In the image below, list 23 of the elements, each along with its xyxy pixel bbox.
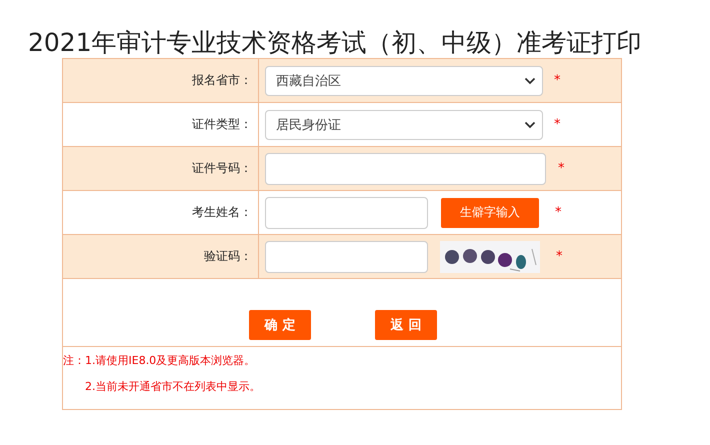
confirm-button[interactable]: 确 定 <box>249 310 311 340</box>
note-text: 注：1.请使用IE8.0及更高版本浏览器。 <box>63 353 256 369</box>
field-label: 报名省市： <box>192 72 252 89</box>
required-mark: * <box>555 205 562 220</box>
input-field[interactable] <box>265 240 428 272</box>
page-title: 2021年审计专业技术资格考试（初、中级）准考证打印 <box>27 27 643 58</box>
field-label: 验证码： <box>204 248 252 265</box>
required-mark: * <box>554 117 560 132</box>
note-text: 2.当前未开通省市不在列表中显示。 <box>84 379 262 395</box>
field-label: 证件类型： <box>192 116 252 133</box>
input-field[interactable] <box>265 196 428 228</box>
dropdown[interactable]: 居民身份证 <box>265 110 543 140</box>
chevron-down-icon <box>524 76 536 84</box>
field-label: 考生姓名： <box>192 204 252 221</box>
required-mark: * <box>554 73 560 88</box>
dropdown[interactable]: 西藏自治区 <box>265 66 543 96</box>
back-button[interactable]: 返 回 <box>375 310 437 340</box>
required-mark: * <box>556 249 562 264</box>
chevron-down-icon <box>524 120 536 128</box>
rare-character-button[interactable]: 生僻字输入 <box>441 198 539 228</box>
required-mark: * <box>558 161 564 176</box>
field-label: 证件号码： <box>192 160 252 177</box>
input-field[interactable] <box>265 152 546 184</box>
